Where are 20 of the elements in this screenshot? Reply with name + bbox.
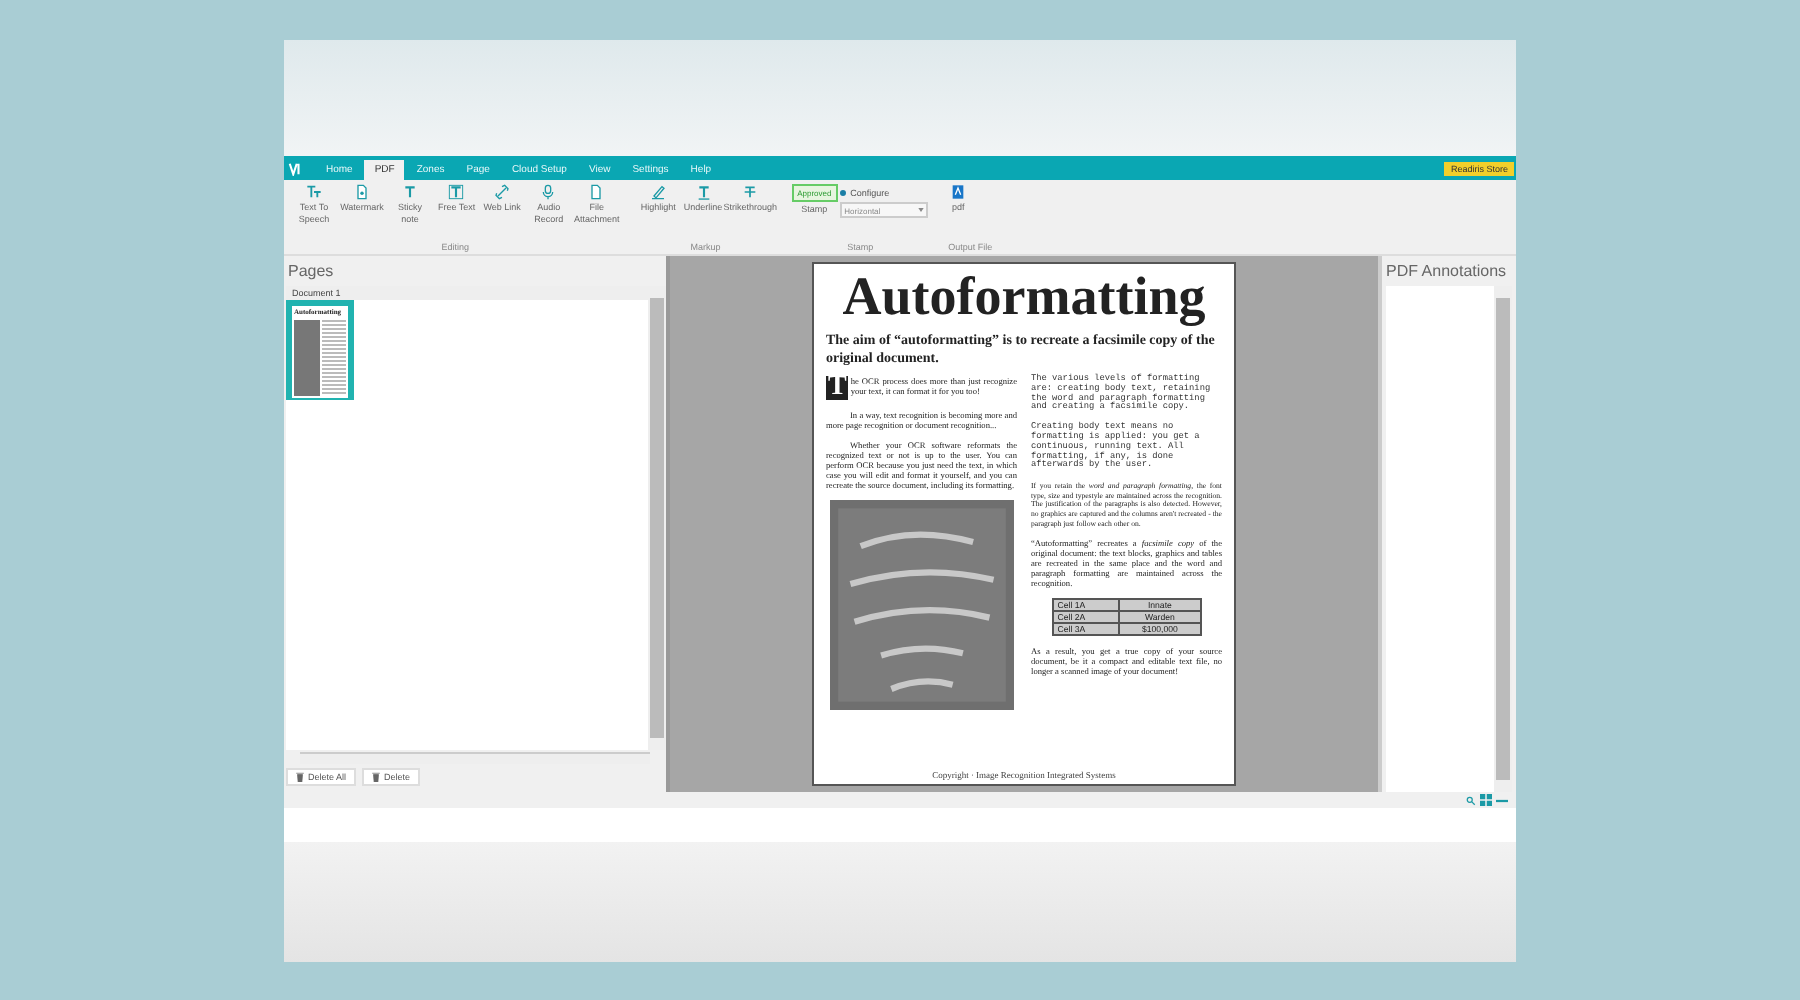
trash-icon xyxy=(372,772,381,782)
grid-view-icon[interactable] xyxy=(1480,794,1492,806)
app-logo-icon xyxy=(288,161,302,175)
strikethrough-icon xyxy=(742,184,759,200)
file-icon xyxy=(588,184,605,200)
text-t-icon xyxy=(402,184,418,200)
panel-title: PDF Annotations xyxy=(1384,260,1509,284)
text-t-icon xyxy=(448,184,465,200)
panel-title: Pages xyxy=(286,260,336,284)
text-t-icon xyxy=(695,184,712,200)
trash-icon xyxy=(296,772,304,782)
caret-icon xyxy=(918,208,925,212)
microphone-icon xyxy=(540,184,557,200)
zoom-icon[interactable] xyxy=(1466,795,1476,805)
text-speech-icon xyxy=(306,184,322,200)
document-icon xyxy=(354,184,370,200)
document-headline: Autoformatting xyxy=(840,266,1208,326)
fit-width-icon[interactable] xyxy=(1496,797,1508,803)
pen-icon xyxy=(650,184,667,200)
pdf-file-icon xyxy=(950,184,967,200)
